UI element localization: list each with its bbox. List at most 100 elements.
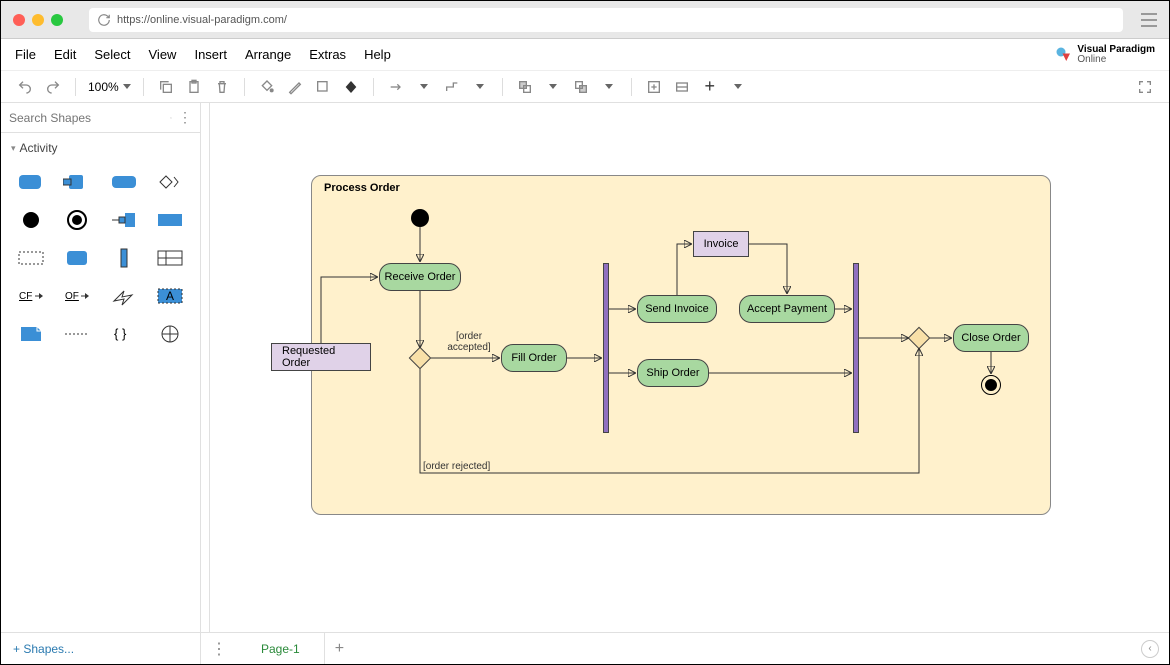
activity-receive-order[interactable]: Receive Order	[379, 263, 461, 291]
workspace: ⋮ Activity CF OF A { }	[1, 103, 1169, 632]
menu-help[interactable]: Help	[364, 47, 391, 62]
sidebar: ⋮ Activity CF OF A { }	[1, 103, 201, 632]
caret-down-small-icon-4[interactable]	[599, 77, 619, 97]
caret-down-small-icon-2[interactable]	[470, 77, 490, 97]
svg-text:{ }: { }	[114, 326, 127, 341]
caret-down-icon	[123, 84, 131, 89]
menu-insert[interactable]: Insert	[194, 47, 227, 62]
shape-anchor[interactable]	[57, 319, 97, 349]
activity-close-order[interactable]: Close Order	[953, 324, 1029, 352]
tab-options-icon[interactable]: ⋮	[201, 639, 237, 659]
join-node[interactable]	[853, 263, 859, 433]
brand-sub: Online	[1077, 55, 1155, 65]
connection-icon[interactable]	[386, 77, 406, 97]
page-tab[interactable]: Page-1	[237, 633, 325, 664]
shape-datastore[interactable]	[57, 243, 97, 273]
copy-icon[interactable]	[156, 77, 176, 97]
activity-send-invoice[interactable]: Send Invoice	[637, 295, 717, 323]
add-page-icon[interactable]: +	[325, 640, 354, 658]
menu-view[interactable]: View	[149, 47, 177, 62]
shape-control-flow[interactable]: CF	[11, 281, 51, 311]
add-icon[interactable]: +	[700, 77, 720, 97]
shape-activity[interactable]	[11, 167, 51, 197]
reload-icon[interactable]	[97, 13, 111, 27]
url-bar[interactable]: https://online.visual-paradigm.com/	[89, 8, 1123, 32]
shape-exception[interactable]	[104, 281, 144, 311]
url-text: https://online.visual-paradigm.com/	[117, 14, 287, 26]
canvas[interactable]: Process Order Receive Order Requested Or…	[201, 103, 1169, 632]
redo-icon[interactable]	[43, 77, 63, 97]
shape-text-annotation[interactable]: A	[150, 281, 190, 311]
guard-accepted: [order accepted]	[441, 331, 497, 353]
shape-palette: CF OF A { }	[1, 163, 200, 353]
search-icon[interactable]	[170, 111, 172, 125]
menu-file[interactable]: File	[15, 47, 36, 62]
shape-fork[interactable]	[104, 243, 144, 273]
to-back-icon[interactable]	[571, 77, 591, 97]
activity-accept-payment[interactable]: Accept Payment	[739, 295, 835, 323]
caret-down-small-icon-3[interactable]	[543, 77, 563, 97]
to-front-icon[interactable]	[515, 77, 535, 97]
menubar: File Edit Select View Insert Arrange Ext…	[1, 39, 1169, 71]
fit-width-icon[interactable]	[672, 77, 692, 97]
fit-page-icon[interactable]	[644, 77, 664, 97]
line-color-icon[interactable]	[285, 77, 305, 97]
maximize-window-icon[interactable]	[51, 14, 63, 26]
menu-arrange[interactable]: Arrange	[245, 47, 291, 62]
waypoint-icon[interactable]	[442, 77, 462, 97]
close-window-icon[interactable]	[13, 14, 25, 26]
delete-icon[interactable]	[212, 77, 232, 97]
search-input[interactable]	[9, 111, 164, 125]
shape-object-flow[interactable]: OF	[57, 281, 97, 311]
shape-merge[interactable]	[150, 319, 190, 349]
activity-ship-order[interactable]: Ship Order	[637, 359, 709, 387]
menu-extras[interactable]: Extras	[309, 47, 346, 62]
shape-object[interactable]	[150, 205, 190, 235]
minimize-window-icon[interactable]	[32, 14, 44, 26]
zoom-value: 100%	[88, 80, 119, 94]
svg-text:CF: CF	[19, 291, 32, 302]
frame-title: Process Order	[324, 182, 400, 194]
brand-logo: Visual ParadigmOnline	[1055, 45, 1155, 65]
diamond-icon[interactable]	[341, 77, 361, 97]
shape-pin[interactable]	[104, 205, 144, 235]
final-node[interactable]	[981, 375, 1001, 395]
brand-name: Visual Paradigm	[1077, 44, 1155, 55]
shape-initial[interactable]	[11, 205, 51, 235]
guard-rejected: [order rejected]	[423, 461, 490, 472]
shape-accept-event[interactable]	[150, 167, 190, 197]
shape-swimlane[interactable]	[150, 243, 190, 273]
initial-node[interactable]	[411, 209, 429, 227]
fill-color-icon[interactable]	[257, 77, 277, 97]
shape-note[interactable]	[11, 319, 51, 349]
shape-constraint[interactable]: { }	[104, 319, 144, 349]
window-controls	[13, 14, 63, 26]
undo-icon[interactable]	[15, 77, 35, 97]
object-requested-order[interactable]: Requested Order	[271, 343, 371, 371]
paste-icon[interactable]	[184, 77, 204, 97]
activity-fill-order[interactable]: Fill Order	[501, 344, 567, 372]
menu-select[interactable]: Select	[94, 47, 130, 62]
search-row: ⋮	[1, 103, 200, 133]
svg-text:OF: OF	[65, 291, 79, 302]
caret-down-small-icon[interactable]	[414, 77, 434, 97]
caret-down-small-icon-5[interactable]	[728, 77, 748, 97]
browser-menu-icon[interactable]	[1141, 13, 1157, 27]
shape-region-dashed[interactable]	[11, 243, 51, 273]
svg-text:A: A	[166, 289, 174, 303]
search-more-icon[interactable]: ⋮	[178, 109, 192, 126]
shape-action[interactable]	[104, 167, 144, 197]
shapes-link[interactable]: + Shapes...	[1, 633, 201, 664]
palette-title[interactable]: Activity	[1, 133, 200, 163]
fork-node[interactable]	[603, 263, 609, 433]
toolbar: 100% +	[1, 71, 1169, 103]
zoom-control[interactable]: 100%	[88, 80, 131, 94]
footer: + Shapes... ⋮ Page-1 + ‹	[1, 632, 1169, 664]
object-invoice[interactable]: Invoice	[693, 231, 749, 257]
shape-final[interactable]	[57, 205, 97, 235]
menu-edit[interactable]: Edit	[54, 47, 76, 62]
shadow-icon[interactable]	[313, 77, 333, 97]
shape-activity-param[interactable]	[57, 167, 97, 197]
fullscreen-icon[interactable]	[1135, 77, 1155, 97]
panel-toggle-icon[interactable]: ‹	[1141, 640, 1159, 658]
